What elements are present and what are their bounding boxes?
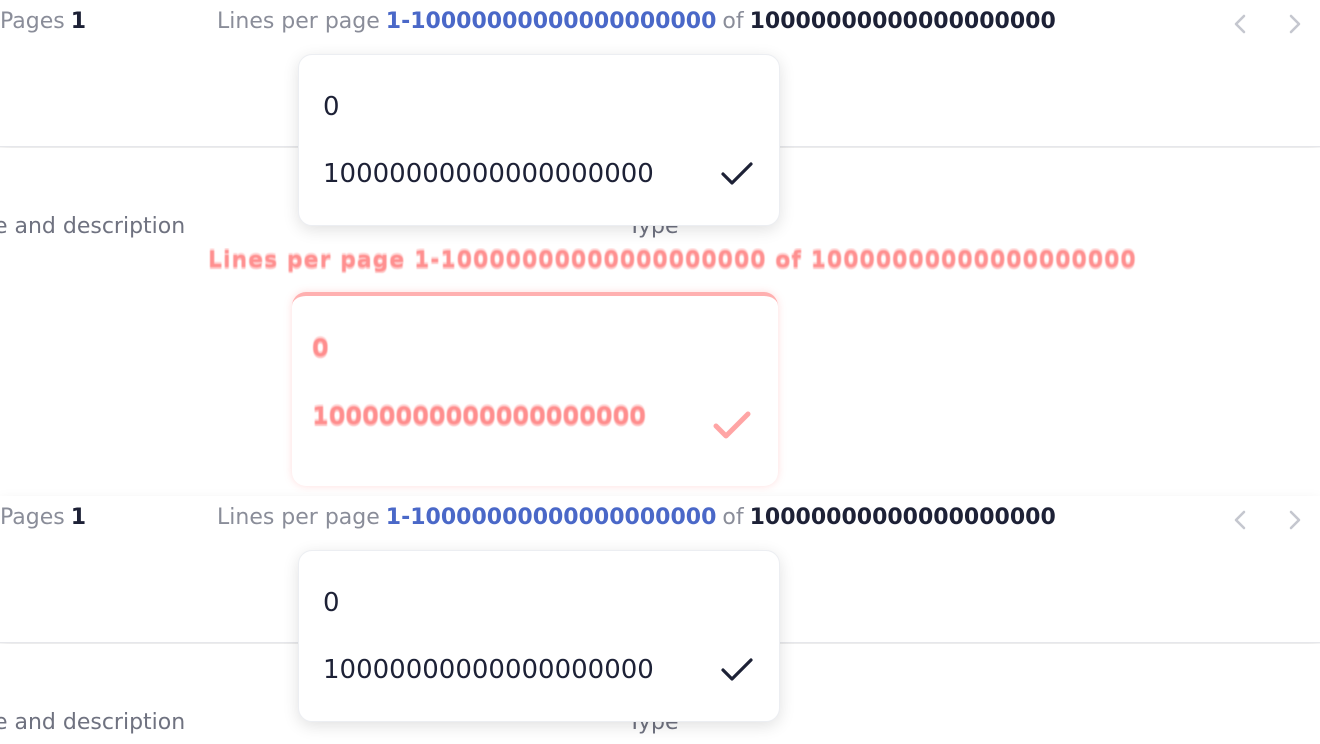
pagination-block-bottom: Pages 1 Lines per page 1-10000000000000000… bbox=[0, 496, 1320, 744]
menu-option-label: 10000000000000000000 bbox=[323, 159, 654, 189]
lines-per-page-label: Lines per page bbox=[217, 9, 380, 34]
menu-option-label: 10000000000000000000 bbox=[323, 655, 654, 685]
pages-value: 1 bbox=[70, 505, 87, 530]
lines-per-page-range-dropdown[interactable]: 1-10000000000000000000 bbox=[386, 9, 717, 34]
lines-per-page-label: Lines per page bbox=[217, 505, 380, 530]
lines-per-page-group: Lines per page 1-10000000000000000000 of 10… bbox=[217, 9, 1056, 34]
chevron-left-icon bbox=[1234, 510, 1246, 530]
menu-option[interactable]: 0 bbox=[323, 583, 755, 623]
column-header-name[interactable]: ne and description bbox=[0, 710, 185, 735]
lines-per-page-menu: 0 10000000000000000000 bbox=[298, 550, 780, 722]
next-page-button[interactable] bbox=[1281, 10, 1309, 38]
check-icon bbox=[721, 658, 753, 681]
previous-page-button[interactable] bbox=[1226, 506, 1254, 534]
menu-option-label: 0 bbox=[323, 92, 340, 122]
total-count: 10000000000000000000 bbox=[749, 505, 1056, 530]
chevron-left-icon bbox=[1234, 14, 1246, 34]
check-icon bbox=[721, 162, 753, 185]
chevron-right-icon bbox=[1289, 510, 1301, 530]
menu-option-selected[interactable]: 10000000000000000000 bbox=[323, 154, 755, 194]
total-count: 10000000000000000000 bbox=[749, 9, 1056, 34]
ghost-check-icon bbox=[713, 411, 751, 439]
pages-indicator: Pages 1 bbox=[0, 505, 86, 530]
screen: Pages 1 Lines per page 1-10000000000000000… bbox=[0, 0, 1320, 744]
chevron-right-icon bbox=[1289, 14, 1301, 34]
ghost-dropdown: 0 10000000000000000000 bbox=[292, 292, 778, 486]
rendering-artifact-band: Lines per page 1-10000000000000000000 of… bbox=[0, 248, 1320, 496]
of-label: of bbox=[722, 9, 744, 34]
of-label: of bbox=[722, 505, 744, 530]
pages-indicator: Pages 1 bbox=[0, 9, 86, 34]
pages-label: Pages bbox=[0, 505, 65, 530]
menu-option-selected[interactable]: 10000000000000000000 bbox=[323, 650, 755, 690]
ghost-pagination-text: Lines per page 1-10000000000000000000 of… bbox=[208, 248, 1137, 273]
lines-per-page-group: Lines per page 1-10000000000000000000 of 10… bbox=[217, 505, 1056, 530]
next-page-button[interactable] bbox=[1281, 506, 1309, 534]
pages-value: 1 bbox=[70, 9, 87, 34]
previous-page-button[interactable] bbox=[1226, 10, 1254, 38]
lines-per-page-range-dropdown[interactable]: 1-10000000000000000000 bbox=[386, 505, 717, 530]
menu-option-label: 0 bbox=[323, 588, 340, 618]
lines-per-page-menu: 0 10000000000000000000 bbox=[298, 54, 780, 226]
ghost-option: 10000000000000000000 bbox=[312, 402, 646, 430]
column-header-name[interactable]: ne and description bbox=[0, 214, 185, 239]
ghost-option: 0 bbox=[312, 334, 329, 362]
pages-label: Pages bbox=[0, 9, 65, 34]
pagination-block-top: Pages 1 Lines per page 1-10000000000000000… bbox=[0, 0, 1320, 248]
menu-option[interactable]: 0 bbox=[323, 87, 755, 127]
